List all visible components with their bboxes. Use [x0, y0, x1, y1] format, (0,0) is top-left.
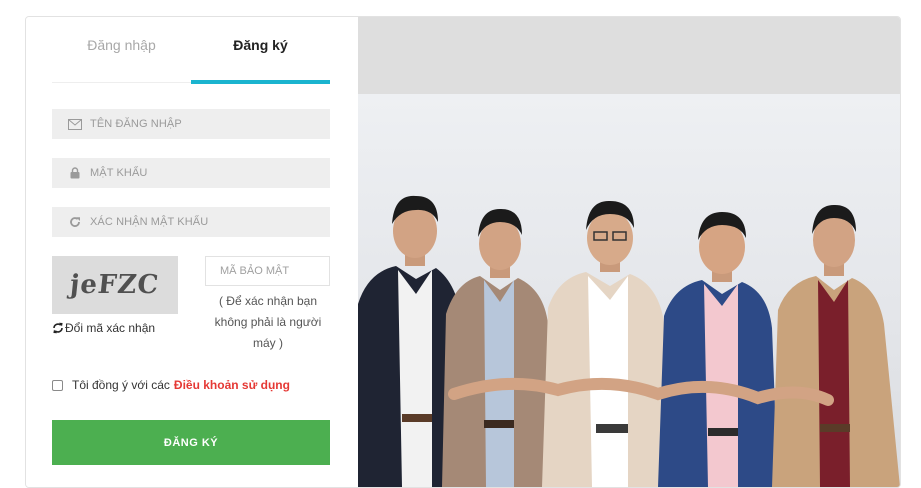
- captcha-placeholder: MÃ BẢO MẬT: [220, 265, 290, 277]
- password-field[interactable]: MẬT KHẨU: [52, 158, 330, 188]
- active-tab-indicator: [191, 80, 330, 84]
- person-3: [542, 200, 670, 487]
- username-placeholder: TÊN ĐĂNG NHẬP: [90, 118, 182, 130]
- captcha-hint: ( Để xác nhận bạn không phải là người má…: [214, 294, 322, 350]
- refresh-icon: [68, 215, 82, 229]
- confirm-password-placeholder: XÁC NHẬN MẬT KHẨU: [90, 216, 209, 228]
- confirm-password-field[interactable]: XÁC NHẬN MẬT KHẨU: [52, 207, 330, 237]
- person-2: [442, 208, 554, 487]
- captcha-image: jeFZC: [52, 256, 178, 314]
- team-photo-illustration: [358, 195, 900, 487]
- team-photo: [358, 94, 900, 487]
- terms-agreement: Tôi đồng ý với các Điều khoản sử dụng: [52, 378, 290, 392]
- captcha-input[interactable]: MÃ BẢO MẬT: [205, 256, 330, 286]
- register-card: Đăng nhập Đăng ký TÊN ĐĂNG NHẬP MẬT KHẨU…: [25, 16, 901, 488]
- tab-register[interactable]: Đăng ký: [191, 17, 330, 82]
- terms-agree-label: Tôi đồng ý với các: [72, 378, 170, 392]
- password-placeholder: MẬT KHẨU: [90, 167, 148, 179]
- captcha-text: jeFZC: [68, 270, 162, 300]
- refresh-captcha-button[interactable]: Đổi mã xác nhận: [52, 321, 155, 335]
- person-5: [772, 204, 900, 487]
- lock-icon: [68, 166, 82, 180]
- terms-link[interactable]: Điều khoản sử dụng: [174, 378, 290, 392]
- refresh-icon: [52, 322, 64, 334]
- auth-tabs: Đăng nhập Đăng ký: [52, 17, 330, 84]
- envelope-icon: [68, 117, 82, 131]
- register-button[interactable]: ĐĂNG KÝ: [52, 420, 330, 465]
- register-form-panel: Đăng nhập Đăng ký TÊN ĐĂNG NHẬP MẬT KHẨU…: [26, 17, 358, 487]
- refresh-captcha-label: Đổi mã xác nhận: [65, 321, 156, 335]
- person-4: [658, 212, 778, 487]
- username-field[interactable]: TÊN ĐĂNG NHẬP: [52, 109, 330, 139]
- promo-panel: [358, 17, 900, 487]
- tab-login[interactable]: Đăng nhập: [52, 17, 191, 82]
- terms-checkbox[interactable]: [52, 379, 63, 391]
